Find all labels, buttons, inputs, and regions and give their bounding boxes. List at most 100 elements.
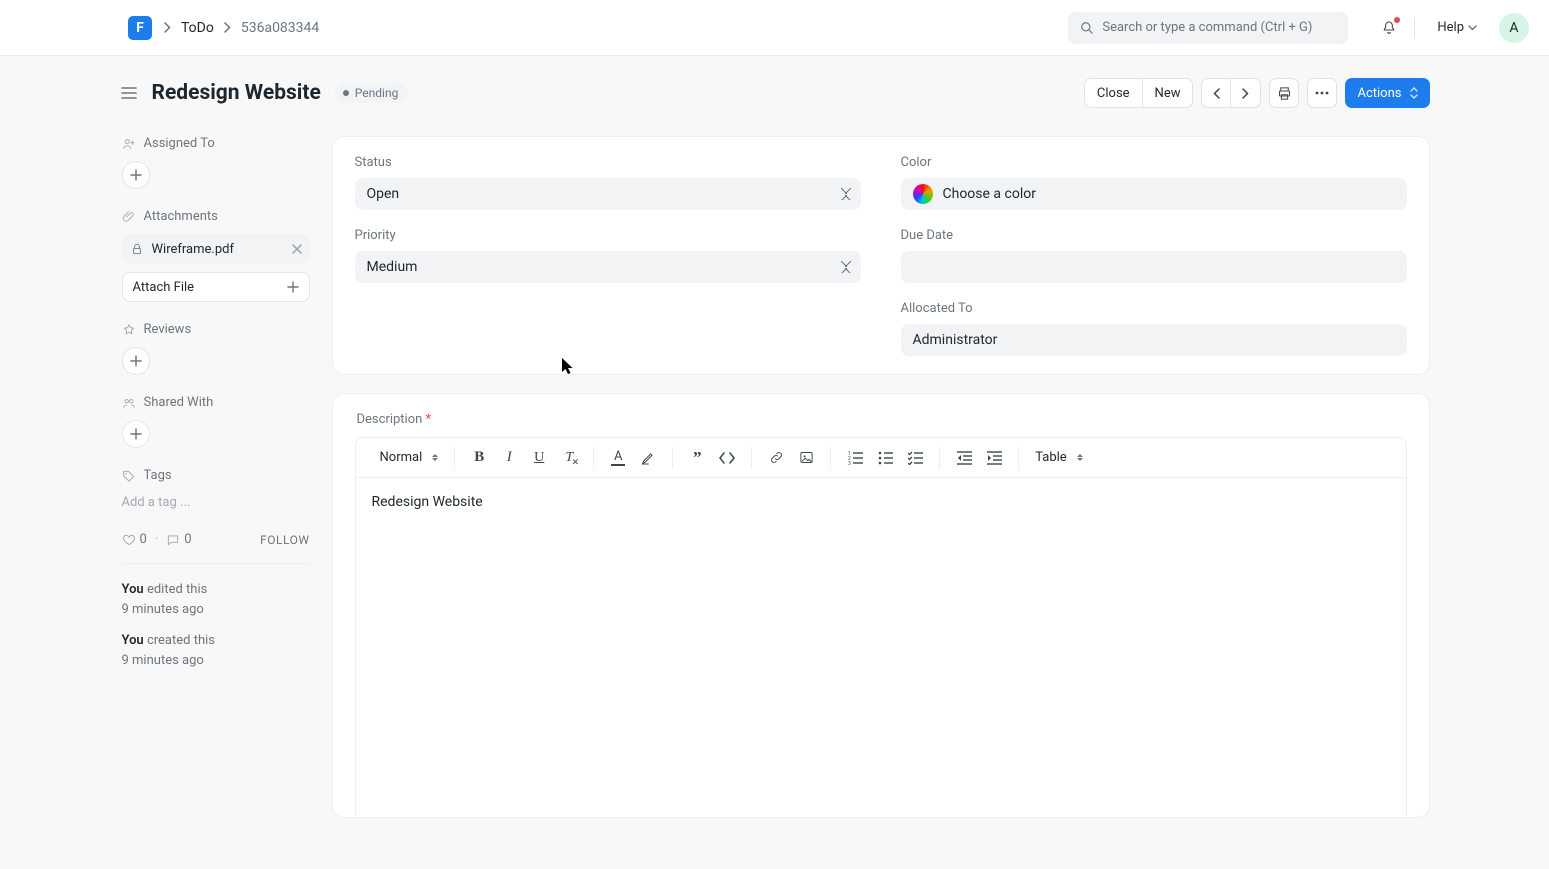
chevron-updown-icon	[1410, 87, 1418, 99]
attachment-item[interactable]: Wireframe.pdf	[122, 234, 310, 264]
select-caret-icon	[432, 454, 438, 461]
code-icon	[719, 452, 735, 464]
follow-button[interactable]: FOLLOW	[260, 533, 309, 547]
breadcrumb-id[interactable]: 536a083344	[241, 20, 319, 36]
editor-toolbar: Normal B I U T✕ A	[355, 437, 1407, 477]
assigned-to-label: Assigned To	[122, 136, 310, 151]
shared-with-label: Shared With	[122, 395, 310, 410]
like-button[interactable]: 0	[122, 532, 147, 547]
chevron-right-icon	[164, 22, 171, 33]
indent-button[interactable]	[980, 444, 1008, 472]
color-select[interactable]: Choose a color	[901, 178, 1407, 210]
text-color-button[interactable]: A	[604, 444, 632, 472]
priority-select[interactable]: Medium	[355, 251, 861, 283]
app-logo[interactable]: F	[128, 16, 152, 40]
sidebar-toggle[interactable]	[120, 84, 138, 102]
lock-icon	[130, 242, 144, 256]
menu-icon	[121, 86, 137, 100]
paperclip-icon	[122, 210, 136, 224]
notification-dot	[1394, 17, 1400, 23]
comment-icon	[166, 533, 180, 547]
more-horizontal-icon	[1315, 91, 1329, 95]
blockquote-button[interactable]: ”	[683, 444, 711, 472]
status-select[interactable]: Open	[355, 178, 861, 210]
attach-file-button[interactable]: Attach File	[122, 272, 310, 302]
new-button[interactable]: New	[1143, 78, 1194, 108]
due-date-label: Due Date	[901, 228, 1407, 243]
top-nav: F ToDo 536a083344 Search or type a comma…	[0, 0, 1549, 56]
allocated-to-label: Allocated To	[901, 301, 1407, 316]
image-icon	[799, 450, 814, 465]
check-list-button[interactable]	[901, 444, 929, 472]
check-list-icon	[908, 451, 923, 465]
search-input[interactable]: Search or type a command (Ctrl + G)	[1068, 12, 1348, 44]
more-button[interactable]	[1307, 78, 1337, 108]
print-button[interactable]	[1269, 78, 1299, 108]
reviews-label: Reviews	[122, 322, 310, 337]
avatar[interactable]: A	[1499, 13, 1529, 43]
svg-text:3: 3	[848, 461, 851, 465]
ordered-list-button[interactable]: 123	[841, 444, 869, 472]
select-caret-icon	[1077, 454, 1083, 461]
link-button[interactable]	[762, 444, 790, 472]
chevron-down-icon	[1468, 25, 1477, 31]
comments-button[interactable]: 0	[166, 532, 191, 547]
breadcrumb: ToDo 536a083344	[164, 20, 319, 36]
details-card: Status Open Color Choose a color Priorit…	[332, 136, 1430, 375]
add-share-button[interactable]	[122, 420, 150, 448]
highlight-button[interactable]	[634, 444, 662, 472]
bold-button[interactable]: B	[465, 444, 493, 472]
color-wheel-icon	[913, 184, 933, 204]
prev-button[interactable]	[1201, 78, 1231, 108]
activity-item: You edited this 9 minutes ago	[122, 580, 310, 619]
add-assignee-button[interactable]	[122, 161, 150, 189]
user-plus-icon	[122, 137, 136, 151]
description-label: Description *	[355, 412, 1407, 427]
search-icon	[1080, 21, 1094, 35]
chevron-right-icon	[224, 22, 231, 33]
users-icon	[122, 396, 136, 410]
breadcrumb-todo[interactable]: ToDo	[181, 20, 214, 36]
plus-icon	[130, 169, 142, 181]
status-badge: Pending	[335, 83, 409, 103]
image-button[interactable]	[792, 444, 820, 472]
close-icon	[292, 244, 302, 254]
page-title: Redesign Website	[152, 81, 321, 105]
italic-button[interactable]: I	[495, 444, 523, 472]
close-button[interactable]: Close	[1084, 78, 1143, 108]
sidebar: Assigned To Attachments Wireframe.pdf At…	[120, 136, 310, 818]
priority-label: Priority	[355, 228, 861, 243]
code-button[interactable]	[713, 444, 741, 472]
highlight-icon	[640, 450, 656, 466]
actions-button[interactable]: Actions	[1345, 78, 1429, 108]
attachments-label: Attachments	[122, 209, 310, 224]
search-placeholder: Search or type a command (Ctrl + G)	[1102, 20, 1312, 35]
outdent-icon	[957, 451, 972, 465]
description-editor[interactable]: Redesign Website	[355, 477, 1407, 817]
remove-attachment-button[interactable]	[292, 244, 302, 254]
tags-label: Tags	[122, 468, 310, 483]
due-date-input[interactable]	[901, 251, 1407, 283]
underline-button[interactable]: U	[525, 444, 553, 472]
plus-icon	[130, 428, 142, 440]
help-menu[interactable]: Help	[1431, 16, 1483, 39]
status-dot-icon	[343, 90, 349, 96]
ordered-list-icon: 123	[848, 451, 863, 465]
tags-input[interactable]: Add a tag ...	[122, 493, 310, 512]
next-button[interactable]	[1231, 78, 1261, 108]
table-select[interactable]: Table	[1029, 450, 1088, 465]
chevron-right-icon	[1242, 88, 1249, 99]
outdent-button[interactable]	[950, 444, 978, 472]
color-label: Color	[901, 155, 1407, 170]
chevron-left-icon	[1213, 88, 1220, 99]
bullet-list-icon	[878, 451, 893, 465]
notifications-button[interactable]	[1380, 19, 1398, 37]
link-icon	[769, 450, 784, 465]
allocated-to-input[interactable]: Administrator	[901, 324, 1407, 356]
clear-format-button[interactable]: T✕	[555, 444, 583, 472]
attachment-name: Wireframe.pdf	[152, 242, 235, 257]
tag-icon	[122, 469, 136, 483]
heading-select[interactable]: Normal	[374, 450, 445, 465]
add-review-button[interactable]	[122, 347, 150, 375]
bullet-list-button[interactable]	[871, 444, 899, 472]
